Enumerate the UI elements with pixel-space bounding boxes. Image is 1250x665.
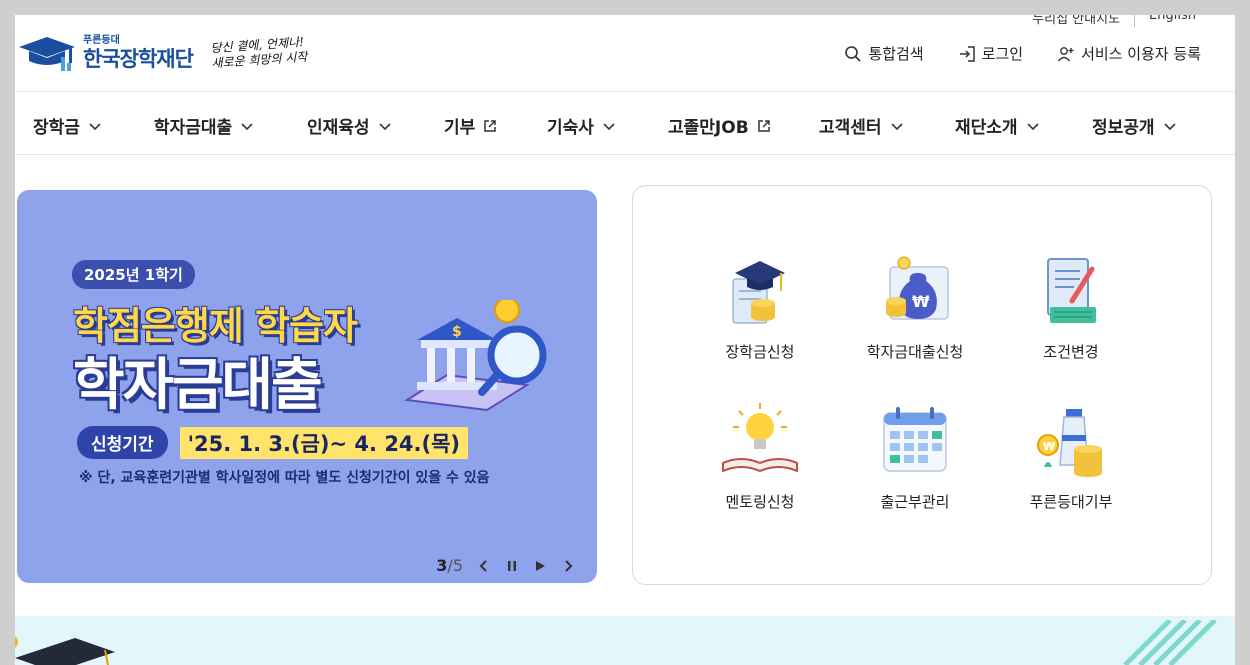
- nav-label: 기부: [444, 118, 476, 138]
- pause-slide-button[interactable]: [505, 559, 519, 573]
- quick-item-attendance[interactable]: 출근부관리: [840, 401, 990, 512]
- hero-banner[interactable]: 2025년 1학기 학점은행제 학습자 학자금대출 $ 신청기간 '25. 1.…: [17, 190, 597, 583]
- document-edit-icon: [1047, 258, 1096, 323]
- nav-item-student-loan[interactable]: 학자금대출: [154, 113, 254, 138]
- slogan: 당신 곁에, 언제나! 새로운 희망의 시작: [210, 35, 308, 72]
- logo-subtitle: 푸른등대: [83, 35, 120, 46]
- pause-icon: [508, 560, 516, 571]
- quick-item-loan[interactable]: ₩ 학자금대출신청: [840, 251, 990, 362]
- quick-item-label: 멘토링신청: [725, 493, 795, 511]
- external-link-icon: [484, 119, 497, 132]
- banner-note: ※ 단, 교육훈련기관별 학사일정에 따라 별도 신청기간이 있을 수 있음: [79, 470, 490, 486]
- slider-controls: 3/5: [436, 556, 575, 575]
- application-period: 신청기간 '25. 1. 3.(금)~ 4. 24.(목): [77, 426, 469, 459]
- search-link-label: 통합검색: [868, 45, 924, 63]
- chevron-down-icon: [1026, 122, 1039, 130]
- quick-item-scholarship[interactable]: 장학금신청: [685, 251, 835, 362]
- nav-item-dormitory[interactable]: 기숙사: [547, 113, 616, 138]
- nav-label: 학자금대출: [154, 118, 233, 138]
- nav-item-customer-center[interactable]: 고객센터: [819, 113, 904, 138]
- slide-counter: 3/5: [436, 556, 463, 575]
- logo-text: 푸른등대 한국장학재단: [83, 35, 194, 71]
- svg-text:₩: ₩: [912, 292, 930, 311]
- register-link[interactable]: 서비스 이용자 등록: [1057, 43, 1201, 64]
- chevron-down-icon: [378, 122, 391, 130]
- nav-label: 정보공개: [1092, 118, 1155, 138]
- utility-bar: 누리집 안내지도 English: [1018, 15, 1210, 27]
- next-section-strip: [15, 616, 1235, 665]
- period-label: 신청기간: [77, 426, 168, 459]
- quick-menu: 장학금신청 ₩ 학자금대출신청 조건변경 멘토링신청 출근부관리 ₩ 푸른등대기…: [632, 185, 1212, 585]
- nav-label: 재단소개: [955, 118, 1018, 138]
- login-link-label: 로그인: [981, 45, 1024, 63]
- login-icon: [959, 45, 975, 62]
- svg-text:₩: ₩: [1043, 440, 1055, 453]
- quick-item-condition-change[interactable]: 조건변경: [996, 251, 1146, 362]
- banner-badge: 2025년 1학기: [72, 260, 195, 289]
- chevron-down-icon: [1163, 122, 1176, 130]
- banner-title-2: 학자금대출: [73, 353, 323, 418]
- english-link[interactable]: English: [1134, 15, 1210, 27]
- nav-item-scholarship[interactable]: 장학금: [33, 113, 102, 138]
- quick-item-blue-lighthouse-donation[interactable]: ₩ 푸른등대기부: [996, 401, 1146, 512]
- calendar-icon: [883, 407, 947, 472]
- slide-current: 3: [436, 556, 448, 575]
- external-link-icon: [757, 119, 770, 132]
- lightbulb-icon: [722, 403, 798, 473]
- nav-label: 기숙사: [547, 118, 594, 138]
- chevron-down-icon: [890, 122, 903, 130]
- nav-label: 고졸만JOB: [668, 118, 749, 138]
- nav-label: 고객센터: [819, 118, 882, 138]
- bank-magnifier-icon: $: [404, 300, 547, 412]
- logo-title: 한국장학재단: [83, 47, 194, 71]
- period-dates: '25. 1. 3.(금)~ 4. 24.(목): [179, 426, 469, 459]
- nav-label: 인재육성: [307, 118, 370, 138]
- quick-item-label: 학자금대출신청: [866, 343, 964, 361]
- money-bag-icon: ₩: [886, 256, 949, 320]
- next-slide-button[interactable]: [561, 559, 575, 573]
- user-add-icon: [1058, 46, 1074, 61]
- slide-total: /5: [447, 556, 463, 575]
- logo[interactable]: 푸른등대 한국장학재단 당신 곁에, 언제나! 새로운 희망의 시작: [17, 33, 308, 73]
- quick-item-label: 조건변경: [1043, 343, 1099, 361]
- play-slide-button[interactable]: [533, 559, 547, 573]
- play-icon: [536, 560, 545, 571]
- graduation-cap-logo-icon: [19, 37, 75, 71]
- login-link[interactable]: 로그인: [958, 43, 1023, 64]
- quick-item-label: 푸른등대기부: [1029, 493, 1113, 511]
- nav-label: 장학금: [33, 118, 80, 138]
- top-links: 통합검색 로그인 서비스 이용자 등록: [844, 43, 1201, 64]
- search-link[interactable]: 통합검색: [844, 43, 924, 64]
- nav-item-job[interactable]: 고졸만JOB: [668, 113, 771, 138]
- search-icon: [845, 45, 862, 62]
- chevron-down-icon: [241, 122, 253, 130]
- graduation-cap-decoration-icon: [15, 636, 115, 665]
- graduation-cap-icon: [732, 261, 785, 324]
- lighthouse-icon: ₩: [1037, 409, 1102, 477]
- nav-item-donation[interactable]: 기부: [444, 113, 497, 138]
- chevron-left-icon: [479, 559, 487, 572]
- sitemap-link[interactable]: 누리집 안내지도: [1018, 15, 1134, 27]
- chevron-right-icon: [565, 559, 573, 572]
- register-link-label: 서비스 이용자 등록: [1081, 45, 1201, 63]
- chevron-down-icon: [603, 122, 615, 130]
- quick-item-label: 장학금신청: [725, 343, 795, 361]
- main-nav: 장학금 학자금대출 인재육성 기부 기숙사 고졸만JOB 고객센터 재단소개 정…: [15, 92, 1235, 155]
- svg-text:$: $: [452, 324, 462, 340]
- nav-item-about[interactable]: 재단소개: [955, 113, 1040, 138]
- nav-item-disclosure[interactable]: 정보공개: [1092, 113, 1177, 138]
- quick-item-mentoring[interactable]: 멘토링신청: [685, 401, 835, 512]
- page: 누리집 안내지도 English 푸른등대 한국장학재단 당신 곁에, 언제나!…: [15, 15, 1235, 665]
- quick-item-label: 출근부관리: [880, 493, 950, 511]
- nav-item-talent[interactable]: 인재육성: [307, 113, 392, 138]
- chevron-down-icon: [89, 122, 101, 130]
- prev-slide-button[interactable]: [477, 559, 491, 573]
- decorative-stripes: [1123, 620, 1217, 665]
